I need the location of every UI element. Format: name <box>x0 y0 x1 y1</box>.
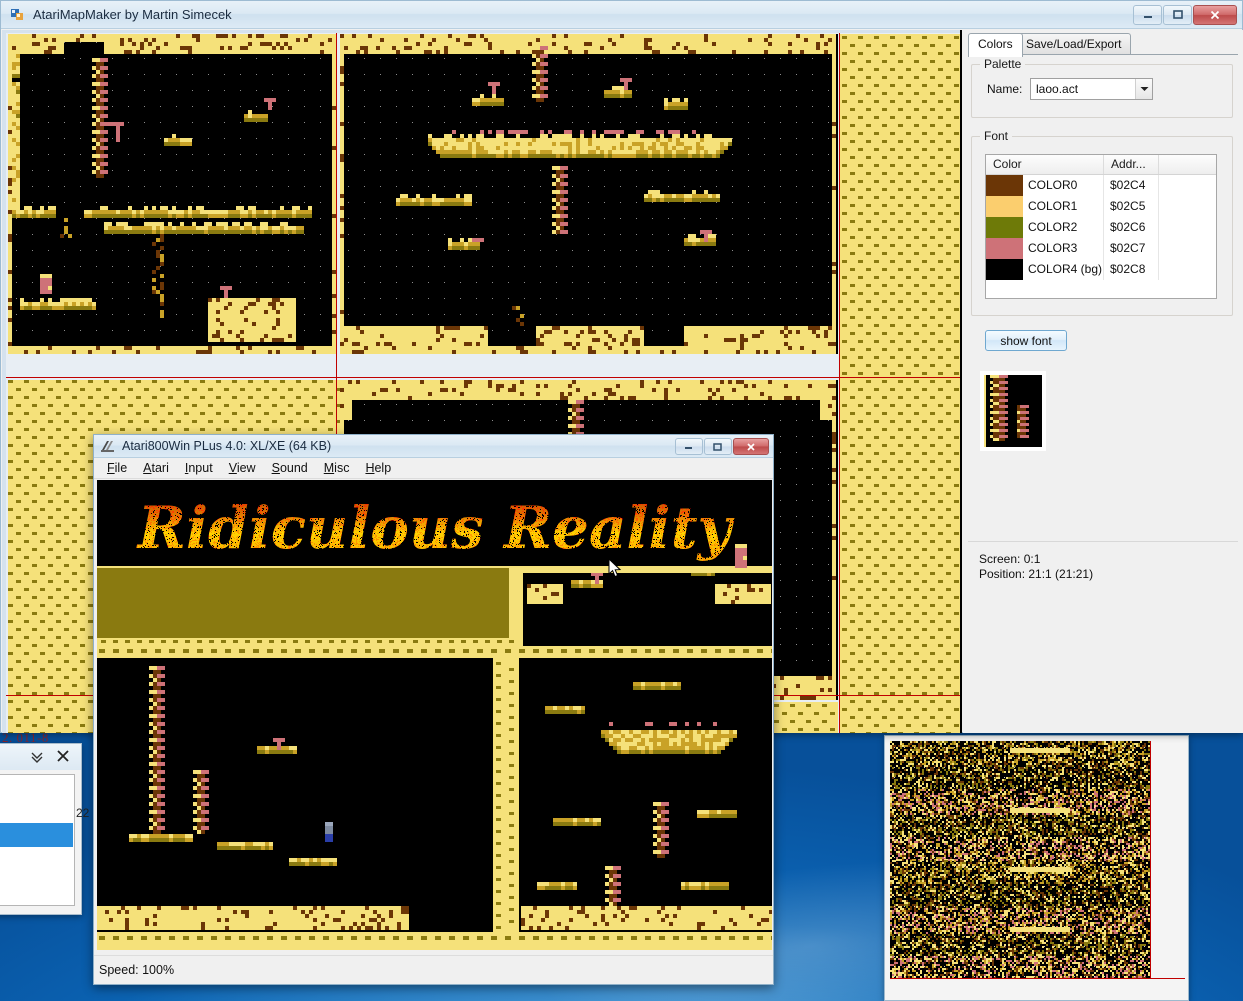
font-groupbox: Font Color Addr... COLOR0$02C4COLOR1$02C… <box>971 136 1233 316</box>
background-window-titlebar[interactable] <box>0 744 81 770</box>
right-side-panel[interactable]: Colors Save/Load/Export Palette Name: la… <box>963 30 1243 733</box>
main-window-controls[interactable] <box>1133 5 1237 25</box>
color-swatch[interactable] <box>986 259 1023 280</box>
background-row-number: 22 <box>76 806 89 820</box>
row-spacer <box>1159 175 1216 196</box>
minimap-divider-vertical <box>1150 741 1151 979</box>
panel-tabstrip[interactable]: Colors Save/Load/Export <box>968 33 1243 55</box>
color-swatch[interactable] <box>986 217 1023 238</box>
status-position: Position: 21:1 (21:21) <box>979 567 1093 581</box>
font-grid-rows[interactable]: COLOR0$02C4COLOR1$02C5COLOR2$02C6COLOR3$… <box>986 175 1216 280</box>
background-window-selected-row[interactable] <box>0 823 73 847</box>
column-header-addr[interactable]: Addr... <box>1104 155 1159 174</box>
column-header-color[interactable]: Color <box>986 155 1104 174</box>
color-address: $02C5 <box>1104 196 1159 217</box>
row-spacer <box>1159 238 1216 259</box>
color-swatch[interactable] <box>986 238 1023 259</box>
emulator-window-controls[interactable] <box>675 438 769 455</box>
color-name: COLOR4 (bg) <box>1023 259 1103 280</box>
background-window-list[interactable] <box>0 774 75 906</box>
close-button[interactable] <box>1193 5 1237 25</box>
color-address: $02C6 <box>1104 217 1159 238</box>
row-spacer <box>1159 217 1216 238</box>
panel-separator <box>968 541 1238 542</box>
minimap-window[interactable] <box>884 735 1189 1001</box>
background-window[interactable] <box>0 743 82 915</box>
emulator-titlebar[interactable]: Atari800Win PLus 4.0: XL/XE (64 KB) <box>94 435 773 458</box>
font-group-label: Font <box>980 129 1012 143</box>
screen-root: 2. 011-8 22 <box>0 0 1243 1001</box>
chevron-down-icon[interactable] <box>1135 79 1152 99</box>
emulator-speed-status: Speed: 100% <box>99 963 174 977</box>
color-name: COLOR1 <box>1023 196 1103 217</box>
font-color-row[interactable]: COLOR1$02C5 <box>986 196 1216 217</box>
color-name: COLOR3 <box>1023 238 1103 259</box>
emulator-close-button[interactable] <box>733 438 769 455</box>
font-color-row[interactable]: COLOR2$02C6 <box>986 217 1216 238</box>
main-titlebar[interactable]: AtariMapMaker by Martin Simecek <box>1 1 1242 29</box>
status-screen: Screen: 0:1 <box>979 552 1040 566</box>
palette-groupbox: Palette Name: laoo.act <box>971 64 1233 118</box>
maximize-button[interactable] <box>1163 5 1192 25</box>
colors-tab-page: Palette Name: laoo.act Font Color <box>968 54 1238 733</box>
font-color-grid[interactable]: Color Addr... COLOR0$02C4COLOR1$02C5COLO… <box>985 154 1217 299</box>
emulator-game-canvas[interactable] <box>97 480 772 950</box>
emulator-window-title: Atari800Win PLus 4.0: XL/XE (64 KB) <box>122 439 331 453</box>
app-icon <box>10 7 26 23</box>
minimap-canvas[interactable] <box>890 741 1150 979</box>
atari-icon <box>100 439 115 454</box>
column-header-spacer <box>1159 155 1216 174</box>
tab-colors[interactable]: Colors <box>968 33 1023 57</box>
menu-input[interactable]: Input <box>177 459 221 477</box>
font-color-row[interactable]: COLOR0$02C4 <box>986 175 1216 196</box>
color-address: $02C8 <box>1104 259 1159 280</box>
menu-sound[interactable]: Sound <box>264 459 316 477</box>
tab-save-load-export[interactable]: Save/Load/Export <box>1016 33 1131 55</box>
atari800win-window[interactable]: Atari800Win PLus 4.0: XL/XE (64 KB) File… <box>93 434 774 985</box>
main-window-title: AtariMapMaker by Martin Simecek <box>33 7 232 22</box>
emulator-menubar[interactable]: FileAtariInputViewSoundMiscHelp <box>94 458 773 479</box>
chevron-double-down-icon[interactable] <box>29 749 45 768</box>
show-font-button[interactable]: show font <box>985 330 1067 351</box>
menu-file[interactable]: File <box>99 459 135 477</box>
menu-view[interactable]: View <box>221 459 264 477</box>
minimize-button[interactable] <box>1133 5 1162 25</box>
color-address: $02C4 <box>1104 175 1159 196</box>
mouse-cursor <box>608 558 622 582</box>
emulator-maximize-button[interactable] <box>704 438 732 455</box>
emulator-minimize-button[interactable] <box>675 438 703 455</box>
close-icon[interactable] <box>55 748 71 767</box>
emulator-screen[interactable] <box>97 480 772 950</box>
color-swatch[interactable] <box>986 175 1023 196</box>
minimap-divider-horizontal <box>890 978 1185 979</box>
color-swatch[interactable] <box>986 196 1023 217</box>
emulator-status-bar: Speed: 100% <box>94 955 773 984</box>
menu-help[interactable]: Help <box>357 459 399 477</box>
menu-misc[interactable]: Misc <box>316 459 358 477</box>
row-spacer <box>1159 196 1216 217</box>
palette-name-label: Name: <box>987 82 1022 96</box>
color-address: $02C7 <box>1104 238 1159 259</box>
row-spacer <box>1159 259 1216 280</box>
color-name: COLOR2 <box>1023 217 1103 238</box>
font-preview-bitmap[interactable] <box>980 371 1046 451</box>
palette-group-label: Palette <box>980 57 1025 71</box>
palette-name-value: laoo.act <box>1031 82 1135 96</box>
menu-atari[interactable]: Atari <box>135 459 177 477</box>
color-name: COLOR0 <box>1023 175 1103 196</box>
font-grid-header: Color Addr... <box>986 155 1216 175</box>
font-color-row[interactable]: COLOR3$02C7 <box>986 238 1216 259</box>
font-color-row[interactable]: COLOR4 (bg)$02C8 <box>986 259 1216 280</box>
palette-name-combobox[interactable]: laoo.act <box>1030 78 1153 100</box>
